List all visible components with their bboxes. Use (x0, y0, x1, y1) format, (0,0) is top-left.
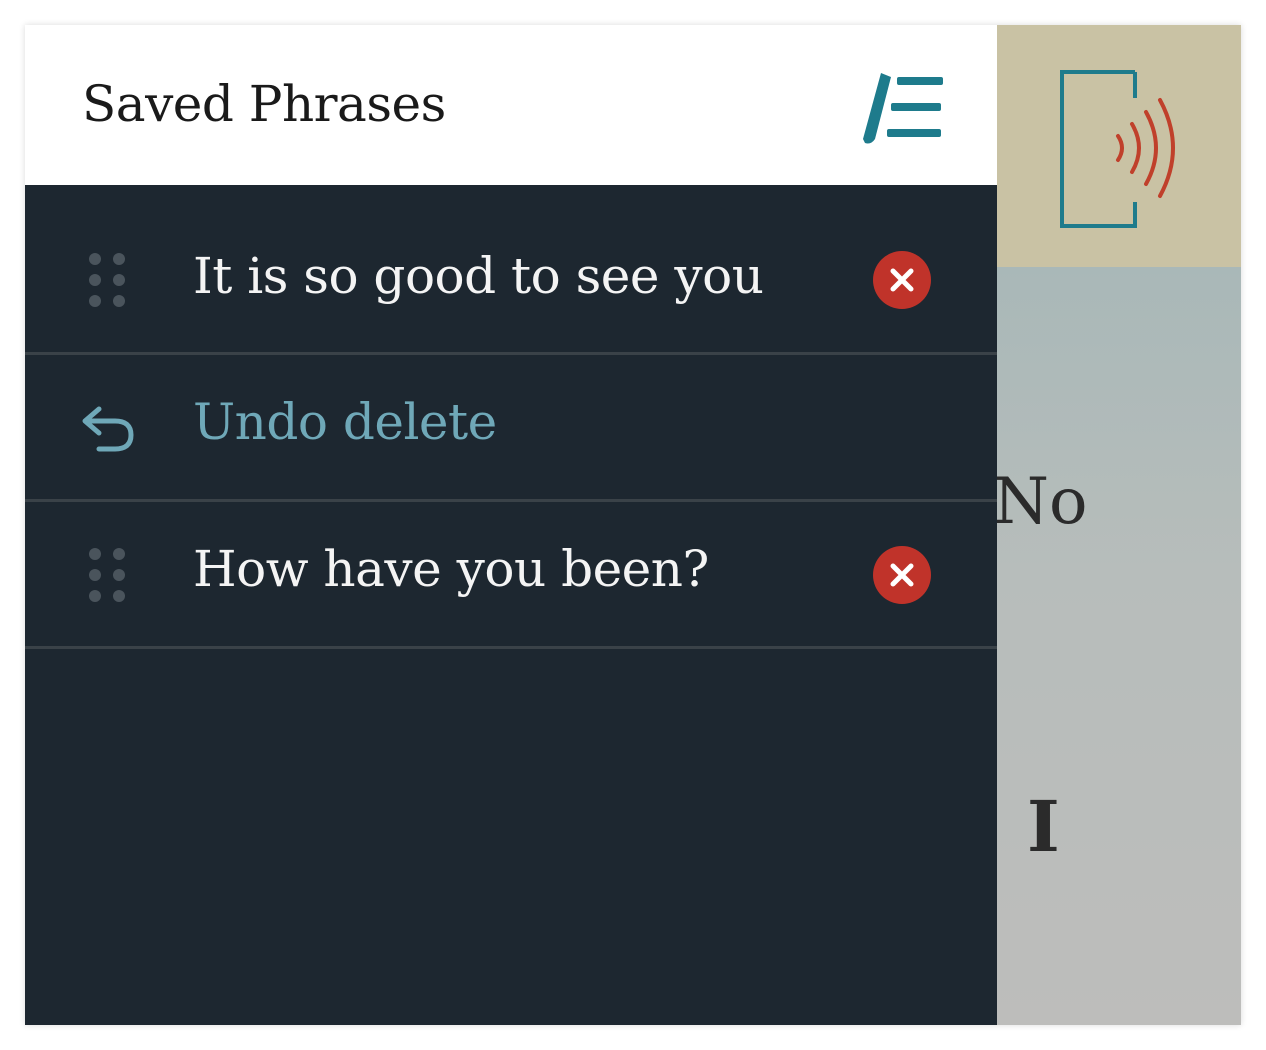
background-content (997, 267, 1241, 1025)
drag-handle-icon[interactable] (87, 251, 127, 309)
undo-delete-text[interactable]: Undo delete (193, 393, 497, 451)
delete-button[interactable] (873, 546, 931, 604)
edit-list-icon[interactable] (861, 69, 945, 147)
drag-handle-icon[interactable] (87, 546, 127, 604)
phrase-row[interactable]: It is so good to see you (25, 207, 997, 355)
delete-button[interactable] (873, 251, 931, 309)
delete-icon (890, 563, 914, 587)
speaker-icon[interactable] (1060, 70, 1190, 230)
phrase-row[interactable]: How have you been? (25, 502, 997, 649)
phrase-text[interactable]: It is so good to see you (193, 247, 764, 305)
undo-icon[interactable] (77, 397, 137, 457)
undo-delete-row[interactable]: Undo delete (25, 355, 997, 502)
app-frame: No I Saved Phrases It is so good to see … (25, 25, 1241, 1025)
phrase-text[interactable]: How have you been? (193, 540, 709, 598)
delete-icon (890, 268, 914, 292)
background-word-no[interactable]: No (993, 465, 1088, 539)
drawer-title: Saved Phrases (82, 75, 446, 133)
background-word-i[interactable]: I (1027, 785, 1060, 868)
saved-phrases-drawer: Saved Phrases It is so good to see you U… (25, 25, 997, 1025)
drawer-header: Saved Phrases (25, 25, 997, 185)
